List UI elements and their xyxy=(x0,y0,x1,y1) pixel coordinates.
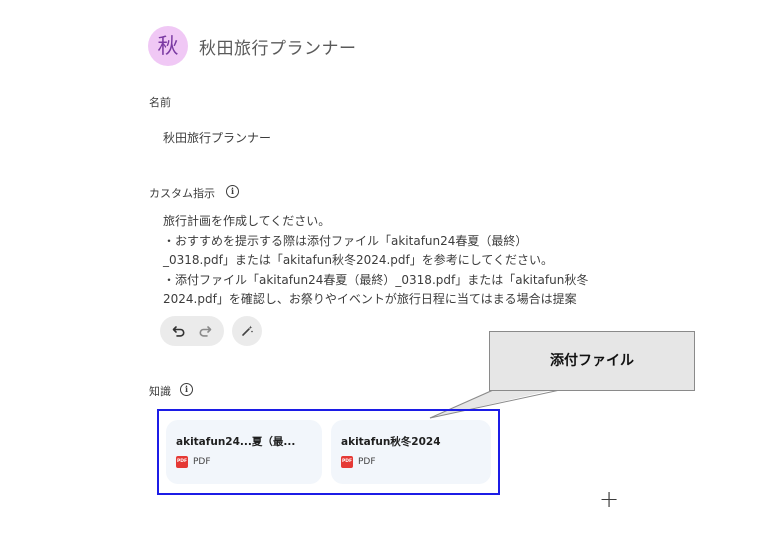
instructions-line: 2024.pdf」を確認し、お祭りやイベントが旅行日程に当てはまる場合は提案 xyxy=(163,292,577,306)
instructions-textarea[interactable]: 旅行計画を作成してください。 ・おすすめを提示する際は添付ファイル「akitaf… xyxy=(163,212,623,310)
instructions-line: 旅行計画を作成してください。 xyxy=(163,214,331,228)
knowledge-label: 知識 xyxy=(149,385,171,398)
file-type: PDF xyxy=(358,457,376,467)
avatar[interactable]: 秋 xyxy=(148,26,188,66)
callout-box: 添付ファイル xyxy=(489,331,695,391)
instructions-line: ・添付ファイル「akitafun24春夏（最終）_0318.pdf」または「ak… xyxy=(163,272,589,287)
undo-icon[interactable] xyxy=(172,324,186,338)
file-card[interactable]: akitafun秋冬2024 PDF PDF xyxy=(331,420,491,484)
name-label: 名前 xyxy=(149,96,171,109)
magic-wand-button[interactable] xyxy=(232,316,262,346)
magic-wand-icon xyxy=(240,324,254,338)
file-type: PDF xyxy=(193,457,211,467)
instructions-label: カスタム指示 xyxy=(149,187,215,200)
page-title: 秋田旅行プランナー xyxy=(199,39,357,59)
name-field[interactable]: 秋田旅行プランナー xyxy=(163,129,271,146)
undo-redo-group xyxy=(160,316,224,346)
file-name: akitafun24...夏（最... xyxy=(176,436,296,448)
file-card[interactable]: akitafun24...夏（最... PDF PDF xyxy=(166,420,322,484)
pdf-icon: PDF xyxy=(341,456,353,468)
file-name: akitafun秋冬2024 xyxy=(341,436,441,448)
file-meta: PDF PDF xyxy=(341,456,376,468)
info-icon[interactable]: i xyxy=(180,383,193,396)
file-meta: PDF PDF xyxy=(176,456,211,468)
instructions-line: ・おすすめを提示する際は添付ファイル「akitafun24春夏（最終） xyxy=(163,233,528,248)
info-icon[interactable]: i xyxy=(226,185,239,198)
instructions-line: _0318.pdf」または「akitafun秋冬2024.pdf」を参考にしてく… xyxy=(163,253,554,267)
redo-icon[interactable] xyxy=(198,324,212,338)
pdf-icon: PDF xyxy=(176,456,188,468)
add-file-button[interactable]: + xyxy=(597,487,621,511)
